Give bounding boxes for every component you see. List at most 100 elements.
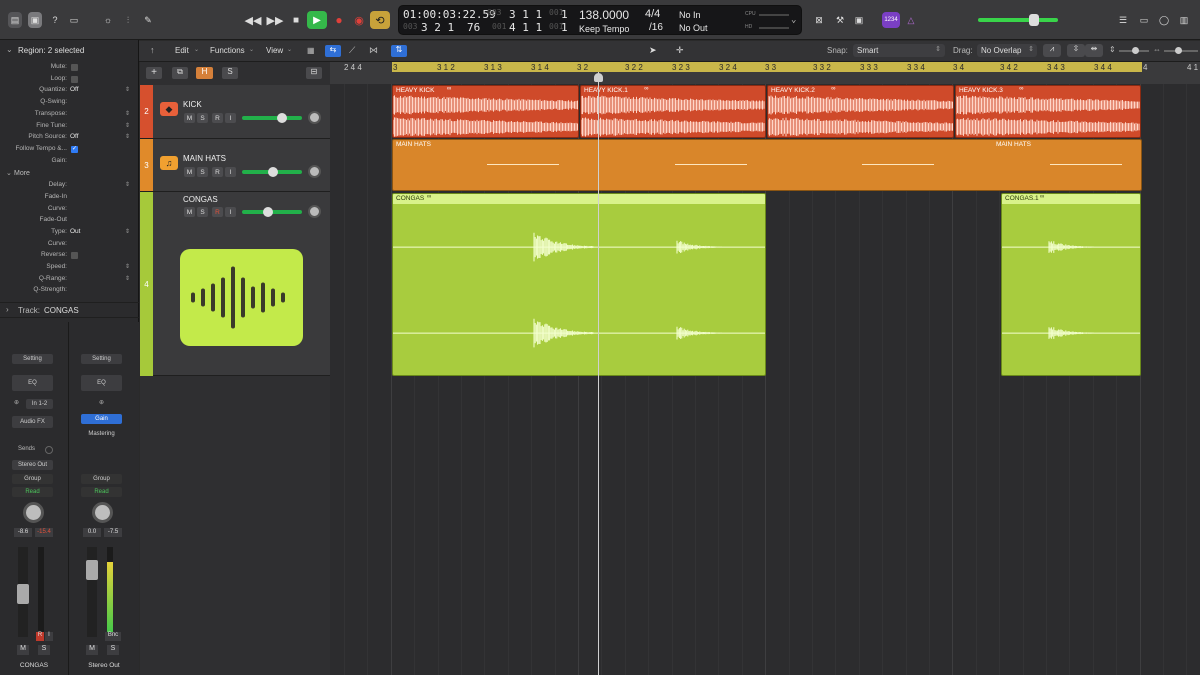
sends-knob[interactable]	[45, 446, 53, 454]
setting-button[interactable]: Setting	[81, 354, 122, 364]
stepper-icon[interactable]: ⇕	[125, 263, 130, 270]
snap-select[interactable]: Smart ⇕	[853, 44, 945, 57]
stepper-icon[interactable]: ⇕	[125, 122, 130, 129]
stepper-icon[interactable]: ⇕	[125, 86, 130, 93]
count-in-badge[interactable]: 1234	[882, 12, 900, 28]
add-track-icon[interactable]: +	[146, 67, 162, 79]
input-monitor-button[interactable]: I	[45, 632, 53, 641]
more-param-row[interactable]: Curve:	[0, 240, 139, 251]
audio-region[interactable]: HEAVY KICK.3 ∞	[955, 85, 1141, 138]
region-chevron-icon[interactable]: ⌄	[6, 45, 13, 54]
marquee-tool-icon[interactable]: ✛	[676, 45, 684, 56]
group-slot[interactable]: Group	[81, 474, 122, 484]
strip-solo-button[interactable]: S	[107, 645, 119, 655]
vertical-zoom-fit-icon[interactable]: ⇳	[1067, 44, 1085, 57]
param-row[interactable]: Loop:	[0, 75, 139, 86]
track-volume-slider[interactable]	[242, 116, 302, 120]
param-row[interactable]: Gain:	[0, 157, 139, 168]
track-input-button[interactable]: I	[225, 113, 236, 123]
hide-button[interactable]: H	[196, 67, 213, 79]
track-solo-button[interactable]: S	[197, 113, 208, 123]
cycle-button[interactable]: ⟲	[370, 11, 390, 29]
rewind-icon[interactable]: ◀◀	[243, 12, 263, 28]
master-volume-knob[interactable]	[1029, 14, 1039, 26]
view-menu[interactable]: View	[266, 46, 283, 55]
play-button[interactable]: ▶	[307, 11, 327, 29]
forward-icon[interactable]: ▶▶	[265, 12, 285, 28]
group-slot[interactable]: Group	[12, 474, 53, 484]
stepper-icon[interactable]: ⇕	[125, 181, 130, 188]
horizontal-zoom-fit-icon[interactable]: ⇹	[1085, 44, 1103, 57]
audio-fx-slot[interactable]: Audio FX	[12, 416, 53, 428]
lcd-tempo[interactable]: 138.0000	[579, 8, 629, 22]
lcd-chevron-icon[interactable]: ⌄	[791, 15, 796, 25]
strip-mute-button[interactable]: M	[17, 645, 29, 655]
track-volume-knob[interactable]	[277, 113, 287, 123]
more-section[interactable]: ⌄ More	[0, 169, 139, 179]
strip-mute-button[interactable]: M	[86, 645, 98, 655]
automation-icon[interactable]: ⟋	[349, 45, 355, 56]
smart-controls-icon[interactable]: ☼	[100, 12, 116, 28]
track-header[interactable]: 3 MAIN HATS M S R I ♫	[140, 139, 330, 192]
global-solo-button[interactable]: S	[222, 67, 238, 79]
param-checkbox[interactable]	[71, 252, 78, 259]
functions-menu[interactable]: Functions	[210, 46, 245, 55]
link-icon[interactable]: ⊕	[14, 399, 19, 406]
track-header[interactable]: 2 KICK M S R I ◆	[140, 85, 330, 139]
stepper-icon[interactable]: ⇕	[125, 228, 130, 235]
list-editors-icon[interactable]: ⊠	[812, 12, 826, 28]
sends-label[interactable]: Sends	[18, 446, 35, 452]
track-name[interactable]: CONGAS	[183, 195, 218, 204]
more-param-row[interactable]: Fade-Out	[0, 216, 139, 227]
record-enable-button[interactable]: R	[36, 632, 44, 641]
duplicate-track-icon[interactable]: ⧉	[172, 67, 188, 79]
pan-knob[interactable]	[92, 502, 113, 523]
more-param-row[interactable]: Delay: ⇕	[0, 181, 139, 192]
automation-mode[interactable]: Read	[12, 487, 53, 497]
strip-solo-button[interactable]: S	[38, 645, 50, 655]
flex-view-icon[interactable]: ⇆	[325, 45, 341, 57]
more-param-row[interactable]: Q-Strength:	[0, 286, 139, 297]
browser-icon[interactable]: ▥	[1177, 12, 1191, 28]
score-icon[interactable]: ▣	[852, 12, 866, 28]
lcd-tempo-mode[interactable]: Keep Tempo	[579, 24, 629, 34]
automation-mode[interactable]: Read	[81, 487, 122, 497]
library-icon[interactable]: ▤	[8, 12, 22, 28]
more-param-row[interactable]: Curve:	[0, 205, 139, 216]
replace-record-icon[interactable]: ◉	[351, 12, 367, 28]
audio-region[interactable]: HEAVY KICK.2 ∞	[767, 85, 954, 138]
list-icon[interactable]: ☰	[1116, 12, 1130, 28]
tuner-icon[interactable]: ⚒	[833, 12, 847, 28]
track-pan-knob[interactable]	[308, 165, 321, 178]
region-inspector-header[interactable]: ⌄ Region: 2 selected	[0, 45, 139, 57]
audio-region[interactable]: CONGAS ∞	[392, 193, 766, 376]
metronome-icon[interactable]: △	[904, 12, 918, 28]
bounce-button[interactable]: Bnc	[105, 632, 121, 641]
audio-region[interactable]: CONGAS.1 ∞	[1001, 193, 1141, 376]
param-checkbox[interactable]: ✓	[71, 146, 78, 153]
back-arrow-icon[interactable]: ↑	[150, 45, 155, 55]
pointer-tool-icon[interactable]: ➤	[649, 45, 657, 56]
vertical-zoom-knob[interactable]	[1132, 47, 1139, 54]
param-row[interactable]: Fine Tune: ⇕	[0, 122, 139, 133]
stop-icon[interactable]: ■	[287, 12, 305, 28]
input-slot[interactable]: In 1-2	[26, 399, 53, 409]
track-record-button[interactable]: R	[212, 113, 223, 123]
more-param-row[interactable]: Reverse:	[0, 251, 139, 262]
track-solo-button[interactable]: S	[197, 167, 208, 177]
audio-region[interactable]: MAIN HATS MAIN HATS	[392, 139, 1142, 191]
drag-select[interactable]: No Overlap ⇕	[977, 44, 1037, 57]
playhead[interactable]	[598, 72, 599, 675]
stepper-icon[interactable]: ⇕	[125, 110, 130, 117]
param-row[interactable]: Transpose: ⇕	[0, 110, 139, 121]
record-button[interactable]: ●	[331, 12, 347, 28]
stepper-icon[interactable]: ⇕	[125, 275, 130, 282]
track-mute-button[interactable]: M	[184, 167, 195, 177]
track-chevron-icon[interactable]: ›	[6, 305, 9, 314]
track-input-button[interactable]: I	[225, 167, 236, 177]
lcd-signature[interactable]: 4/4	[645, 8, 660, 20]
param-checkbox[interactable]	[71, 64, 78, 71]
notepad-icon[interactable]: ▭	[1137, 12, 1151, 28]
track-input-button[interactable]: I	[225, 207, 236, 217]
mastering-slot[interactable]: Mastering	[81, 429, 122, 439]
